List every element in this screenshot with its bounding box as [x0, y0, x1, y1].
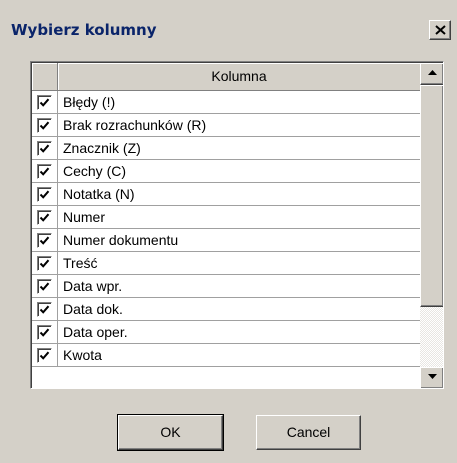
- row-label: Błędy (!): [63, 94, 116, 110]
- row-checkbox[interactable]: [37, 141, 52, 156]
- row-label: Numer: [63, 209, 106, 225]
- check-icon: [39, 236, 50, 245]
- row-check-cell: [32, 137, 58, 159]
- check-icon: [39, 351, 50, 360]
- row-label: Brak rozrachunków (R): [63, 117, 207, 133]
- row-checkbox[interactable]: [37, 233, 52, 248]
- row-label: Data oper.: [63, 324, 128, 340]
- list-item[interactable]: Data oper.: [32, 321, 420, 344]
- row-check-cell: [32, 252, 58, 274]
- row-checkbox[interactable]: [37, 164, 52, 179]
- check-icon: [39, 282, 50, 291]
- row-checkbox[interactable]: [37, 302, 52, 317]
- row-check-cell: [32, 114, 58, 136]
- list-item[interactable]: Kwota: [32, 344, 420, 367]
- row-checkbox[interactable]: [37, 187, 52, 202]
- list-item[interactable]: Cechy (C): [32, 160, 420, 183]
- row-checkbox[interactable]: [37, 118, 52, 133]
- list-item[interactable]: Data wpr.: [32, 275, 420, 298]
- row-check-cell: [32, 183, 58, 205]
- row-check-cell: [32, 344, 58, 366]
- ok-button[interactable]: OK: [117, 414, 224, 451]
- columns-grid: Kolumna Błędy (!) Brak rozrachunków (R) Zn…: [30, 61, 444, 389]
- row-label: Treść: [63, 255, 98, 271]
- check-icon: [39, 190, 50, 199]
- check-icon: [39, 121, 50, 130]
- scroll-up-button[interactable]: [420, 63, 443, 85]
- row-checkbox[interactable]: [37, 95, 52, 110]
- grid-rows: Błędy (!) Brak rozrachunków (R) Znacznik (…: [32, 91, 420, 367]
- scrollbar-thumb[interactable]: [420, 85, 443, 307]
- row-label: Kwota: [63, 347, 102, 363]
- check-icon: [39, 167, 50, 176]
- header-check-column[interactable]: [32, 63, 58, 90]
- row-check-cell: [32, 298, 58, 320]
- row-check-cell: [32, 321, 58, 343]
- row-check-cell: [32, 91, 58, 113]
- check-icon: [39, 144, 50, 153]
- row-check-cell: [32, 229, 58, 251]
- list-item[interactable]: Błędy (!): [32, 91, 420, 114]
- scroll-down-button[interactable]: [420, 367, 443, 388]
- cancel-button[interactable]: Cancel: [256, 415, 361, 450]
- check-icon: [39, 305, 50, 314]
- row-checkbox[interactable]: [37, 348, 52, 363]
- check-icon: [39, 213, 50, 222]
- title-bar[interactable]: Wybierz kolumny: [3, 17, 454, 42]
- row-label: Numer dokumentu: [63, 232, 179, 248]
- row-check-cell: [32, 206, 58, 228]
- vertical-scrollbar[interactable]: [420, 63, 443, 388]
- row-label: Notatka (N): [63, 186, 135, 202]
- arrow-up-icon: [428, 70, 437, 75]
- header-column-kolumna[interactable]: Kolumna: [58, 63, 420, 90]
- close-button[interactable]: [429, 20, 451, 40]
- row-label: Data wpr.: [63, 278, 123, 294]
- list-item[interactable]: Numer: [32, 206, 420, 229]
- check-icon: [39, 328, 50, 337]
- list-item[interactable]: Znacznik (Z): [32, 137, 420, 160]
- dialog-window: Wybierz kolumny Kolumna Błędy (!) Brak ro…: [0, 0, 457, 463]
- check-icon: [39, 98, 50, 107]
- grid-header: Kolumna: [32, 63, 420, 91]
- row-label: Data dok.: [63, 301, 123, 317]
- row-check-cell: [32, 275, 58, 297]
- row-checkbox[interactable]: [37, 279, 52, 294]
- row-label: Cechy (C): [63, 163, 127, 179]
- list-item[interactable]: Notatka (N): [32, 183, 420, 206]
- row-checkbox[interactable]: [37, 210, 52, 225]
- row-checkbox[interactable]: [37, 256, 52, 271]
- list-item[interactable]: Treść: [32, 252, 420, 275]
- close-icon: [435, 25, 446, 35]
- list-item[interactable]: Numer dokumentu: [32, 229, 420, 252]
- list-item[interactable]: Brak rozrachunków (R): [32, 114, 420, 137]
- dialog-title: Wybierz kolumny: [11, 21, 157, 39]
- row-check-cell: [32, 160, 58, 182]
- check-icon: [39, 259, 50, 268]
- row-label: Znacznik (Z): [63, 140, 141, 156]
- list-item[interactable]: Data dok.: [32, 298, 420, 321]
- arrow-down-icon: [428, 374, 437, 379]
- row-checkbox[interactable]: [37, 325, 52, 340]
